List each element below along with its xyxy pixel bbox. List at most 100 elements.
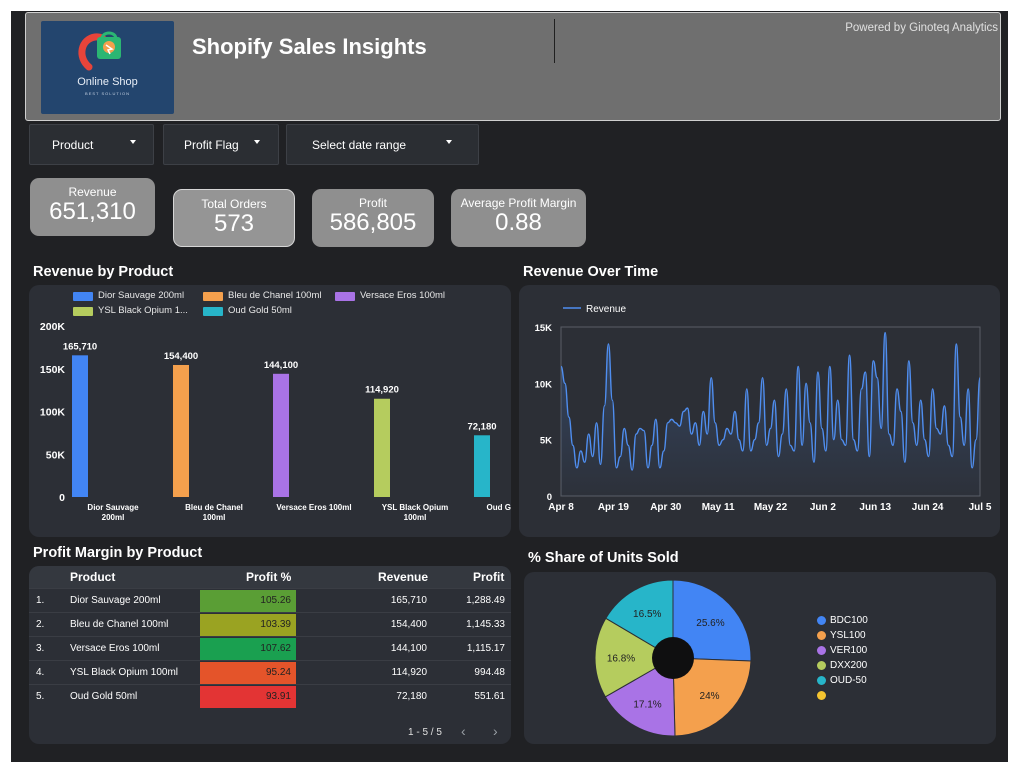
row-profit-pct: 103.39 — [260, 619, 291, 630]
row-profit-pct-cell: 95.24 — [200, 662, 296, 684]
revenue-by-product-title: Revenue by Product — [33, 264, 174, 280]
caret-down-icon — [254, 140, 260, 144]
product-filter-label: Product — [52, 138, 94, 152]
row-profit-pct-cell: 105.26 — [200, 590, 296, 612]
row-index: 2. — [36, 619, 45, 630]
x-tick-label: Jun 24 — [912, 502, 944, 513]
area-fill — [561, 332, 980, 496]
row-profit: 1,288.49 — [466, 595, 505, 606]
data-label: 72,180 — [467, 421, 496, 432]
shopping-bag-icon — [78, 31, 121, 71]
row-revenue: 114,920 — [391, 667, 427, 678]
x-tick-label: Bleu de Chanel — [185, 503, 243, 512]
data-label: 165,710 — [63, 341, 97, 352]
column-header-profit-pct[interactable]: Profit % — [246, 570, 291, 584]
date-range-filter-label: Select date range — [312, 138, 407, 152]
y-tick-label: 0 — [59, 492, 65, 504]
x-tick-label: Apr 19 — [598, 502, 630, 513]
revenue-by-product-chart: 0 50K 100K 150K 200K 165,710 Dior Sauvage200ml… — [40, 321, 511, 522]
logo-text: Online Shop — [77, 76, 138, 88]
kpi-average-profit-margin: Average Profit Margin 0.88 — [451, 189, 586, 247]
table-row[interactable]: 3. Versace Eros 100ml 107.62 144,100 1,115.1… — [29, 636, 511, 660]
legend-label: VER100 — [830, 645, 868, 656]
table-row[interactable]: 4. YSL Black Opium 100ml 95.24 114,920 994.4… — [29, 660, 511, 684]
slice-label: 17.1% — [633, 699, 661, 710]
row-revenue: 154,400 — [390, 619, 427, 630]
column-header-product[interactable]: Product — [70, 570, 115, 584]
revenue-over-time-title: Revenue Over Time — [523, 264, 659, 280]
kpi-value: 573 — [213, 210, 255, 237]
row-profit-pct-cell: 107.62 — [200, 638, 296, 660]
y-tick-label: 100K — [40, 407, 66, 419]
slice-label: 25.6% — [696, 618, 724, 629]
units-share-title: % Share of Units Sold — [528, 550, 679, 566]
kpi-profit: Profit 586,805 — [312, 189, 434, 247]
bar[interactable] — [173, 364, 189, 497]
legend-label: DXX200 — [830, 660, 868, 671]
slice-label: 16.5% — [633, 609, 661, 620]
row-profit-pct: 105.26 — [260, 595, 291, 606]
date-range-filter[interactable]: Select date range — [286, 124, 479, 165]
kpi-label: Revenue — [68, 185, 117, 199]
kpi-label: Total Orders — [201, 197, 267, 211]
header-divider — [554, 19, 555, 63]
slice-label: 24% — [700, 691, 720, 702]
profit-margin-title: Profit Margin by Product — [33, 545, 203, 561]
legend-dot — [817, 676, 826, 685]
header-banner: Online Shop BEST SOLUTION Shopify Sales … — [25, 12, 1001, 121]
legend-dot — [817, 691, 826, 700]
donut-hole — [652, 637, 694, 679]
row-profit: 1,115.17 — [466, 643, 505, 654]
legend-label: YSL100 — [830, 630, 866, 641]
kpi-total-orders: Total Orders 573 — [173, 189, 295, 247]
row-index: 1. — [36, 595, 45, 606]
bar[interactable] — [72, 355, 88, 497]
row-profit-pct-cell: 103.39 — [200, 614, 296, 636]
row-index: 5. — [36, 691, 45, 702]
logo-subtext: BEST SOLUTION — [85, 91, 130, 96]
kpi-value: 0.88 — [495, 209, 542, 236]
x-tick-label: Apr 30 — [650, 502, 682, 513]
row-product: Dior Sauvage 200ml — [70, 595, 161, 606]
bar[interactable] — [474, 435, 490, 497]
x-tick-label: Jun 2 — [810, 502, 837, 513]
column-header-revenue[interactable]: Revenue — [378, 570, 428, 584]
caret-down-icon — [130, 140, 136, 144]
row-revenue: 144,100 — [390, 643, 427, 654]
slice-label: 16.8% — [607, 654, 635, 665]
table-row[interactable]: 1. Dior Sauvage 200ml 105.26 165,710 1,288.4… — [29, 588, 511, 612]
product-filter[interactable]: Product — [29, 124, 154, 165]
kpi-label: Profit — [358, 196, 387, 210]
y-tick-label: 50K — [46, 449, 66, 461]
dashboard-title: Shopify Sales Insights — [192, 34, 427, 59]
legend-label: Revenue — [586, 304, 626, 315]
row-product: Versace Eros 100ml — [70, 643, 160, 654]
row-profit-pct: 107.62 — [260, 643, 291, 654]
x-tick-label: YSL Black Opium — [382, 503, 449, 512]
x-tick-label: Apr 8 — [548, 502, 574, 513]
y-tick-label: 200K — [40, 321, 66, 333]
x-tick-label: Versace Eros 100ml — [276, 503, 351, 512]
bar[interactable] — [374, 398, 390, 497]
row-revenue: 165,710 — [390, 595, 427, 606]
row-profit: 994.48 — [474, 667, 505, 678]
y-tick-label: 15K — [535, 323, 553, 334]
profit-flag-filter[interactable]: Profit Flag — [163, 124, 279, 165]
legend-label: OUD-50 — [830, 675, 867, 686]
caret-down-icon — [446, 140, 452, 144]
chevron-left-icon[interactable]: ‹ — [461, 723, 466, 739]
table-row[interactable]: 5. Oud Gold 50ml 93.91 72,180 551.61 — [29, 684, 511, 708]
bar[interactable] — [273, 373, 289, 497]
chevron-right-icon[interactable]: › — [493, 723, 498, 739]
table-row[interactable]: 2. Bleu de Chanel 100ml 103.39 154,400 1,145… — [29, 612, 511, 636]
row-profit: 1,145.33 — [466, 619, 505, 630]
kpi-revenue: Revenue 651,310 — [30, 178, 155, 236]
revenue-over-time-chart: Revenue05K10K15KApr 8 Apr 19 Apr 30 May 11 M… — [535, 304, 992, 513]
row-product: YSL Black Opium 100ml — [70, 667, 179, 678]
kpi-label: Average Profit Margin — [460, 196, 577, 210]
x-tick-label: Oud Gold 50ml — [487, 503, 511, 512]
row-profit: 551.61 — [474, 691, 505, 702]
column-header-profit[interactable]: Profit — [473, 570, 504, 584]
legend-dot — [817, 631, 826, 640]
y-tick-label: 150K — [40, 364, 66, 376]
